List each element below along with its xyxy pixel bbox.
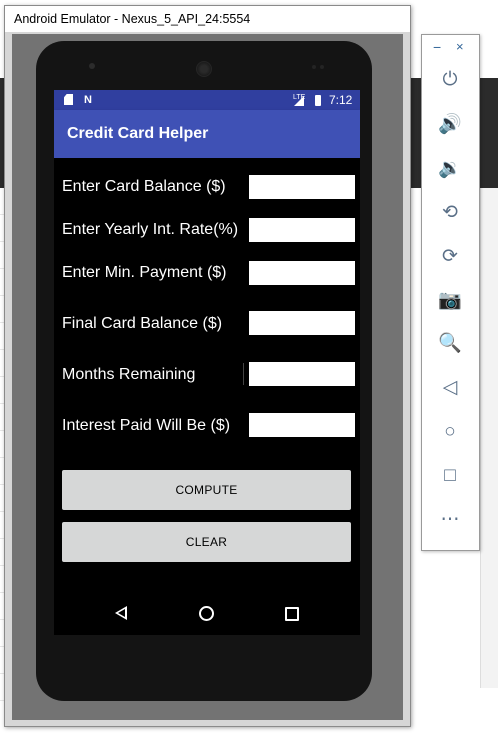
toolbar-rotate-right-icon[interactable]: ⟳	[437, 244, 463, 270]
proximity-sensor	[89, 63, 95, 69]
months-remaining-label: Months Remaining	[62, 366, 196, 383]
yearly-rate-label: Enter Yearly Int. Rate(%)	[62, 221, 239, 238]
final-balance-field[interactable]	[249, 311, 355, 335]
toolbar-home-icon[interactable]: ○	[437, 419, 463, 445]
status-time: 7:12	[329, 93, 353, 107]
toolbar-overview-icon[interactable]: □	[437, 463, 463, 489]
battery-icon	[315, 95, 321, 106]
final-balance-label: Final Card Balance ($)	[62, 315, 223, 332]
card-balance-input[interactable]	[249, 175, 355, 199]
interest-paid-label: Interest Paid Will Be ($)	[62, 417, 231, 434]
emulator-title: Android Emulator - Nexus_5_API_24:5554	[14, 12, 251, 26]
toolbar-back-icon[interactable]: ◁	[437, 375, 463, 401]
nav-bar	[54, 590, 360, 635]
toolbar-zoom-icon[interactable]: 🔍	[437, 331, 463, 357]
toolbar-rotate-left-icon[interactable]: ⟲	[437, 200, 463, 226]
minimize-button[interactable]: −	[433, 39, 441, 55]
clear-button[interactable]: CLEAR	[62, 522, 351, 562]
back-icon-inner	[118, 609, 125, 617]
yearly-rate-input[interactable]	[249, 218, 355, 242]
interest-paid-field[interactable]	[249, 413, 355, 437]
card-balance-label: Enter Card Balance ($)	[62, 178, 226, 195]
toolbar-power-icon[interactable]: ⏻	[437, 67, 463, 93]
close-button[interactable]: ×	[456, 39, 464, 54]
front-camera	[196, 61, 212, 77]
status-bar: N LTE 7:12	[54, 90, 360, 110]
phone-screen: N LTE 7:12 Credit Card Helper Enter Card…	[54, 90, 360, 635]
min-payment-input[interactable]	[249, 261, 355, 285]
recent-apps-icon[interactable]	[285, 607, 299, 621]
months-remaining-field[interactable]	[249, 362, 355, 386]
sd-card-icon	[64, 94, 73, 105]
toolbar-volume-up-icon[interactable]: 🔊	[437, 112, 463, 138]
signal-icon	[294, 96, 304, 106]
emulator-titlebar[interactable]: Android Emulator - Nexus_5_API_24:5554	[5, 6, 410, 32]
emulator-side-toolbar: − × ⏻ 🔊 🔉 ⟲ ⟳ 📷 🔍 ◁ ○ □ ⋯	[421, 34, 480, 551]
background-ide-right-panel	[480, 188, 498, 688]
min-payment-label: Enter Min. Payment ($)	[62, 264, 227, 281]
app-title: Credit Card Helper	[67, 125, 209, 142]
field-divider	[243, 363, 244, 385]
toolbar-camera-icon[interactable]: 📷	[437, 288, 463, 314]
sensor-dot-2	[320, 65, 324, 69]
home-icon[interactable]	[199, 606, 214, 621]
toolbar-more-icon[interactable]: ⋯	[437, 507, 463, 533]
n-notification-icon: N	[84, 94, 92, 106]
toolbar-volume-down-icon[interactable]: 🔉	[437, 156, 463, 182]
sensor-dot-1	[312, 65, 316, 69]
compute-button[interactable]: COMPUTE	[62, 470, 351, 510]
app-bar: Credit Card Helper	[54, 110, 360, 158]
